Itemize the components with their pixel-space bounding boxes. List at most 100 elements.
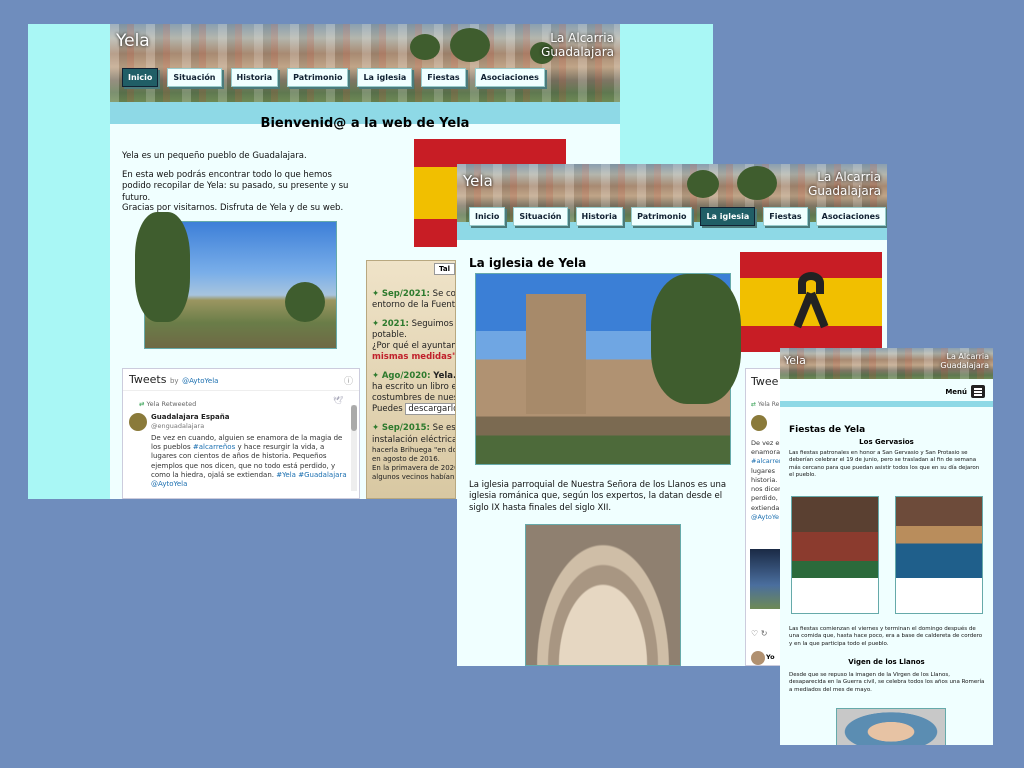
retweet-label: ⇄ Yela Retweeted xyxy=(139,400,196,408)
tweet-text: De vez en enamora #alcarreñ lugares hist… xyxy=(751,439,784,522)
nav-situacion[interactable]: Situación xyxy=(513,207,568,226)
news-text: en agosto de 2016. xyxy=(372,454,440,463)
scrollbar[interactable] xyxy=(351,405,357,491)
san-gervasio-photo xyxy=(791,496,879,614)
header-tree xyxy=(737,166,777,200)
site-logo[interactable]: Yela xyxy=(116,31,150,51)
avatar[interactable] xyxy=(129,413,147,431)
village-photo xyxy=(135,212,337,349)
nav-historia[interactable]: Historia xyxy=(575,207,624,226)
nav-la-iglesia[interactable]: La iglesia xyxy=(357,68,413,87)
hashtag-link[interactable]: #alcarreñ xyxy=(751,457,784,466)
header-tree xyxy=(410,34,440,60)
region-line-2: Guadalajara xyxy=(808,183,881,198)
hashtag-link[interactable]: #alcarreños xyxy=(193,443,235,451)
site-logo[interactable]: Yela xyxy=(463,172,493,190)
twitter-header: Tweets by @AytoYela ⓘ xyxy=(123,369,359,391)
photo-tree xyxy=(285,282,325,322)
tweet-author-handle[interactable]: @enguadalajara xyxy=(151,422,204,430)
page-title: Bienvenid@ a la web de Yela xyxy=(260,116,470,131)
twitter-handle-link[interactable]: @AytoYela xyxy=(182,377,218,385)
nav-inicio[interactable]: Inicio xyxy=(469,207,506,226)
mention-link[interactable]: @AytoYela xyxy=(151,480,187,488)
leaf-icon: ✦ xyxy=(372,319,380,330)
nav-fiestas[interactable]: Fiestas xyxy=(763,207,808,226)
news-text: hacerla Brihuega "en dos m xyxy=(372,445,455,454)
download-link[interactable]: descargarlo xyxy=(405,403,455,416)
twitter-bird-icon: 🕊 xyxy=(332,396,343,405)
leaf-icon: ✦ xyxy=(372,289,380,299)
news-text: potable. xyxy=(372,330,407,341)
nav-patrimonio[interactable]: Patrimonio xyxy=(631,207,693,226)
tweet-line: extienda xyxy=(751,503,780,512)
site-region: La Alcarria Guadalajara xyxy=(940,352,989,370)
tweet-line: enamora xyxy=(751,448,781,457)
site-header: Yela La Alcarria Guadalajara xyxy=(780,348,993,379)
news-text: ha escrito un libro en xyxy=(372,382,456,393)
fiestas-page: Yela La Alcarria Guadalajara Menú Fiesta… xyxy=(780,348,993,745)
mention-link[interactable]: @AytoYe xyxy=(751,513,784,522)
retweet-text: Yela Retweeted xyxy=(146,400,197,408)
nav-asociaciones[interactable]: Asociaciones xyxy=(474,68,545,87)
nav-la-iglesia[interactable]: La iglesia xyxy=(700,207,756,226)
avatar[interactable] xyxy=(751,651,765,665)
nav-patrimonio[interactable]: Patrimonio xyxy=(287,68,349,87)
photo-tree xyxy=(135,212,190,322)
main-nav: Inicio Situación Historia Patrimonio La … xyxy=(122,68,545,87)
reply-icon[interactable]: ♡ ↻ xyxy=(751,629,767,638)
tweet-image[interactable] xyxy=(750,549,780,609)
hashtag-link[interactable]: #Guadalajara xyxy=(298,471,346,479)
virgen-photo xyxy=(836,708,946,745)
news-text: ¿Por qué el ayuntami xyxy=(372,341,456,352)
spain-flag-mourning xyxy=(740,252,882,352)
site-region: La Alcarria Guadalajara xyxy=(808,170,881,199)
avatar[interactable] xyxy=(751,415,767,431)
info-icon[interactable]: ⓘ xyxy=(344,374,353,387)
region-line-2: Guadalajara xyxy=(940,361,989,371)
news-text: entorno de la Fuente xyxy=(372,300,456,311)
tweet-line: historia. xyxy=(751,475,778,484)
region-line-1: La Alcarria xyxy=(550,31,614,45)
news-date: Sep/2021: xyxy=(381,289,430,299)
church-paragraph: La iglesia parroquial de Nuestra Señora … xyxy=(469,480,727,513)
main-nav: Inicio Situación Historia Patrimonio La … xyxy=(469,207,886,226)
nav-asociaciones[interactable]: Asociaciones xyxy=(815,207,886,226)
nav-inicio[interactable]: Inicio xyxy=(122,68,159,87)
hamburger-icon xyxy=(971,385,985,398)
scrollbar-thumb[interactable] xyxy=(351,405,357,431)
nav-fiestas[interactable]: Fiestas xyxy=(421,68,466,87)
leaf-icon: ✦ xyxy=(372,371,380,382)
news-item-detail: hacerla Brihuega "en dos men agosto de 2… xyxy=(372,445,455,482)
san-protasio-photo xyxy=(895,496,983,614)
news-item: ✦ Sep/2015: Se estáinstalación eléctrica xyxy=(372,423,455,445)
twitter-widget: Tweets by @AytoYela ⓘ ⇄ Yela Retweeted 🕊… xyxy=(122,368,360,499)
tweet-author[interactable]: Yo xyxy=(766,653,775,661)
news-item: ✦ Sep/2021: Se contentorno de la Fuente xyxy=(372,289,456,311)
site-logo[interactable]: Yela xyxy=(784,354,806,367)
nav-historia[interactable]: Historia xyxy=(230,68,279,87)
page-title: Fiestas de Yela xyxy=(789,425,866,435)
news-text: costumbres de nuest xyxy=(372,393,456,404)
bell-tower xyxy=(526,294,586,414)
retweet-icon: ⇄ xyxy=(751,401,757,408)
tweet-author[interactable]: Guadalajara España xyxy=(151,413,229,421)
twitter-widget: Twee ⇄ Yela Re De vez en enamora #alcarr… xyxy=(745,368,785,666)
menu-label: Menú xyxy=(945,387,967,396)
news-text: Seguimos te xyxy=(411,319,455,330)
region-line-1: La Alcarria xyxy=(817,170,881,184)
news-date: 2021: xyxy=(381,319,409,330)
news-text: Puedes xyxy=(372,404,403,415)
menu-button[interactable]: Menú xyxy=(945,385,985,398)
news-item: ✦ Ago/2020: Yela. Bha escrito un libro e… xyxy=(372,371,456,416)
news-date: Ago/2020: xyxy=(381,371,431,382)
news-text: Yela. B xyxy=(433,371,456,382)
region-line-2: Guadalajara xyxy=(541,44,614,59)
ribbon-leg xyxy=(807,291,829,329)
fiestas-paragraph: Desde que se repuso la imagen de la Virg… xyxy=(789,672,985,693)
twitter-title: Twee xyxy=(751,375,779,388)
section-heading: Los Gervasios xyxy=(859,438,914,446)
nav-situacion[interactable]: Situación xyxy=(167,68,222,87)
news-tab[interactable]: Tal xyxy=(434,263,455,275)
hashtag-link[interactable]: #Yela xyxy=(276,471,296,479)
site-region: La Alcarria Guadalajara xyxy=(541,31,614,60)
